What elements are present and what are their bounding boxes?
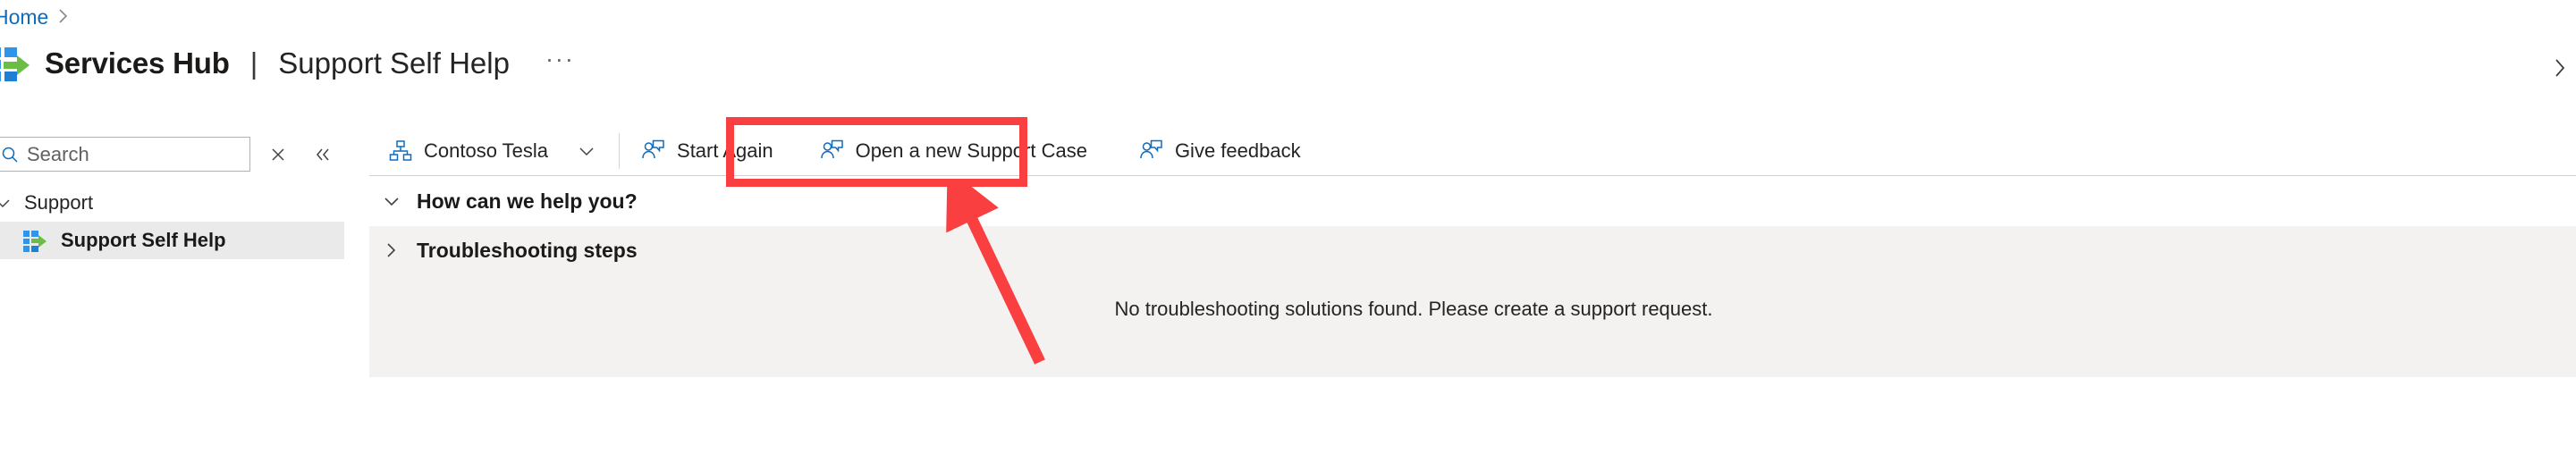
sidebar-group-label: Support: [24, 191, 94, 214]
search-clear-button[interactable]: [261, 138, 295, 172]
page-title-row: Services Hub | Support Self Help ···: [0, 45, 575, 82]
sidebar-collapse-button[interactable]: [306, 138, 340, 172]
breadcrumb-home-link[interactable]: Home: [0, 5, 48, 29]
empty-state-message-wrapper: No troubleshooting solutions found. Plea…: [369, 298, 2576, 321]
section-title: How can we help you?: [417, 189, 638, 213]
search-placeholder: Search: [27, 142, 89, 165]
breadcrumb: Home: [0, 5, 70, 29]
app-title: Services Hub: [45, 46, 230, 80]
command-open-new-support-case[interactable]: Open a new Support Case: [793, 125, 1118, 176]
overflow-menu-button[interactable]: ···: [545, 46, 575, 80]
close-icon: [272, 147, 284, 161]
command-label: Start Again: [677, 139, 773, 162]
org-hierarchy-icon: [389, 139, 412, 161]
support-person-icon: [642, 139, 664, 159]
app-root: Home Services Hub | Support Self Help ··…: [0, 0, 2576, 471]
title-separator: |: [249, 46, 258, 80]
section-title: Troubleshooting steps: [417, 238, 638, 262]
chevron-down-icon: [0, 199, 10, 208]
command-label: Give feedback: [1174, 139, 1301, 162]
sidebar-item-support-self-help[interactable]: Support Self Help: [0, 222, 344, 259]
sidebar: Search Support Support Self Help: [0, 125, 344, 471]
command-start-again[interactable]: Start Again: [621, 125, 793, 176]
support-person-icon: [820, 139, 843, 159]
search-icon: [2, 147, 18, 163]
sidebar-item-label: Support Self Help: [61, 229, 226, 251]
section-troubleshooting-steps[interactable]: Troubleshooting steps: [369, 226, 2576, 274]
sidebar-search-row: Search: [0, 137, 340, 172]
empty-state-message: No troubleshooting solutions found. Plea…: [1114, 298, 1713, 320]
command-label: Open a new Support Case: [855, 139, 1087, 162]
chevron-right-icon: [2555, 59, 2565, 77]
troubleshooting-panel: Troubleshooting steps No troubleshooting…: [369, 226, 2576, 377]
section-how-can-we-help[interactable]: How can we help you?: [369, 176, 2576, 226]
panel-expand-button[interactable]: [2547, 55, 2572, 80]
page-title: Support Self Help: [278, 46, 510, 80]
chevron-down-icon: [579, 147, 594, 156]
command-chevron-button[interactable]: [576, 143, 597, 159]
breadcrumb-separator-icon: [57, 6, 70, 29]
chevron-right-icon: [387, 243, 396, 257]
support-person-icon: [1140, 139, 1162, 159]
command-contoso-tesla[interactable]: Contoso Tesla: [369, 125, 617, 176]
search-input[interactable]: Search: [0, 137, 250, 172]
chevron-double-left-icon: [317, 148, 329, 160]
chevron-right-icon: [59, 8, 68, 23]
command-give-feedback[interactable]: Give feedback: [1118, 125, 1321, 176]
command-bar: Contoso Tesla Start Again Open a new Sup…: [369, 125, 2576, 176]
sidebar-group-support[interactable]: Support: [0, 188, 93, 218]
content-panel: How can we help you? Troubleshooting ste…: [369, 176, 2576, 471]
chevron-down-icon: [384, 198, 399, 206]
command-divider: [619, 132, 621, 169]
services-hub-logo-icon: [0, 45, 30, 82]
command-label: Contoso Tesla: [424, 139, 549, 162]
services-hub-logo-icon: [23, 230, 48, 252]
